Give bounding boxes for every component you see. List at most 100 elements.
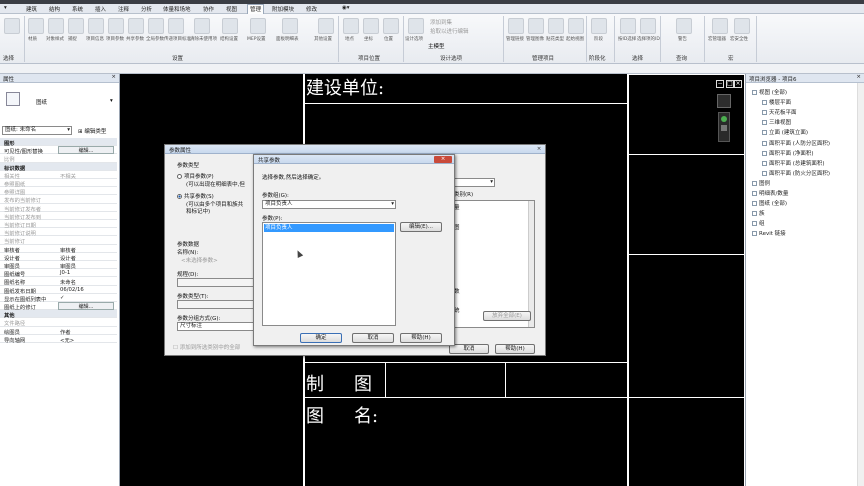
edit-type-button[interactable]: ⊞ 编辑类型 (78, 127, 106, 135)
manage-links-icon[interactable] (508, 18, 524, 34)
navigation-bar[interactable] (718, 112, 730, 142)
tab-annotate[interactable]: 注释 (118, 5, 129, 13)
tab-analyze[interactable]: 分析 (141, 5, 152, 13)
tab-architecture[interactable]: 建筑 (26, 5, 37, 13)
add-to-set[interactable]: 添加到集 (430, 18, 452, 26)
starting-view-icon[interactable] (568, 18, 584, 34)
tab-modify[interactable]: 修改 (306, 5, 317, 13)
scrollbar[interactable] (857, 83, 864, 486)
global-params-icon[interactable] (148, 18, 164, 34)
cancel-button[interactable]: 取消 (352, 333, 394, 343)
close-icon[interactable]: × (734, 80, 742, 88)
tab-insert[interactable]: 插入 (95, 5, 106, 13)
browser-node[interactable]: 楼层平面 (762, 98, 791, 106)
design-options-icon[interactable] (408, 18, 424, 34)
parameter-type-select[interactable] (177, 300, 257, 309)
browser-node[interactable]: 组 (752, 219, 765, 227)
purge-icon[interactable] (194, 18, 210, 34)
browser-node[interactable]: 面积平面 (净面积) (762, 149, 814, 157)
shared-parameter-radio[interactable]: 共享参数(S) (177, 192, 214, 200)
browser-node[interactable]: 族 (752, 209, 765, 217)
zoom-icon[interactable] (721, 125, 727, 131)
tab-collaborate[interactable]: 协作 (203, 5, 214, 13)
param-help-button[interactable]: 帮助(H) (495, 344, 535, 354)
dropdown-icon[interactable]: ◉▾ (342, 5, 350, 11)
tab-structure[interactable]: 结构 (49, 5, 60, 13)
browser-node[interactable]: 面积平面 (防火分区面积) (762, 169, 830, 177)
browser-node[interactable]: 立面 (建筑立面) (762, 128, 808, 136)
tab-addins[interactable]: 附加模块 (272, 5, 294, 13)
drawing-canvas[interactable]: 建设单位: 制 图 图 名: − □ × 参数属性 × 参数类型 项目参数(P)… (120, 74, 744, 486)
close-icon[interactable]: × (856, 74, 861, 80)
tab-massing[interactable]: 体量和场地 (163, 5, 191, 13)
warnings-icon[interactable] (676, 18, 692, 34)
param-cancel-button[interactable]: 取消 (449, 344, 489, 354)
edit-parameter-button[interactable]: 编辑(E)... (400, 222, 442, 232)
manage-images-icon[interactable] (528, 18, 544, 34)
browser-node[interactable]: 面积平面 (总建筑面积) (762, 159, 825, 167)
ok-button[interactable]: 确定 (300, 333, 342, 343)
position-icon[interactable] (383, 18, 399, 34)
project-parameter-radio[interactable]: 项目参数(P) (177, 172, 214, 180)
location-icon[interactable] (343, 18, 359, 34)
decal-types-icon[interactable] (548, 18, 564, 34)
macro-security-icon[interactable] (734, 18, 750, 34)
instance-selector[interactable]: 图纸: 未命名 ▾ (2, 126, 72, 135)
minimize-icon[interactable]: − (716, 80, 724, 88)
browser-node[interactable]: 图例 (752, 179, 770, 187)
select-icon[interactable] (4, 18, 20, 34)
main-model[interactable]: 主模型 (428, 42, 445, 50)
browser-node[interactable]: 面积平面 (人防分区面积) (762, 139, 830, 147)
materials-icon[interactable] (28, 18, 44, 34)
ids-of-selection-icon[interactable] (640, 18, 656, 34)
group-by-select[interactable]: 尺寸标注 (177, 322, 257, 331)
macro-manager-icon[interactable] (712, 18, 728, 34)
property-edit-button[interactable]: 编辑... (58, 146, 114, 154)
browser-node[interactable]: 图纸 (全部) (752, 199, 787, 207)
scrollbar[interactable] (528, 201, 534, 327)
browser-node[interactable]: 明细表/数量 (752, 189, 788, 197)
pick-to-edit[interactable]: 拾取以进行编辑 (430, 27, 469, 35)
property-value[interactable]: J0-1 (60, 270, 70, 276)
object-styles-icon[interactable] (48, 18, 64, 34)
browser-node[interactable]: 天花板平面 (762, 108, 797, 116)
tab-manage[interactable]: 管理 (247, 4, 265, 14)
coordinates-icon[interactable] (363, 18, 379, 34)
property-category[interactable]: 标识数据 (0, 162, 117, 172)
tab-systems[interactable]: 系统 (72, 5, 83, 13)
property-value[interactable]: ✓ (60, 295, 64, 301)
mep-settings-icon[interactable] (250, 18, 266, 34)
close-icon[interactable]: × (111, 74, 116, 80)
category-filter-select[interactable]: ▾ (451, 178, 495, 187)
close-icon[interactable]: × (434, 156, 452, 163)
browser-node[interactable]: Revit 链接 (752, 229, 786, 237)
property-value[interactable]: <无> (60, 336, 74, 344)
help-button[interactable]: 帮助(H) (400, 333, 442, 343)
restore-icon[interactable]: □ (726, 80, 734, 88)
parameter-item-selected[interactable]: 项目负责人 (264, 224, 394, 232)
browser-node[interactable]: 三维视图 (762, 118, 791, 126)
parameter-group-select[interactable]: 项目负责人 ▾ (262, 200, 396, 209)
check-none-button[interactable]: 放弃全部(E) (483, 311, 531, 321)
parameters-list[interactable]: 项目负责人 (262, 222, 396, 326)
property-category[interactable]: 其他 (0, 310, 117, 319)
snaps-icon[interactable] (68, 18, 84, 34)
browser-node[interactable]: 视图 (全部) (752, 88, 787, 96)
tab-view[interactable]: 视图 (226, 5, 237, 13)
close-icon[interactable]: × (535, 146, 543, 153)
chevron-down-icon[interactable]: ▾ (110, 98, 113, 104)
structural-settings-icon[interactable] (222, 18, 238, 34)
steering-wheel-icon[interactable] (721, 116, 727, 122)
transfer-standards-icon[interactable] (168, 18, 184, 34)
shared-params-icon[interactable] (128, 18, 144, 34)
category-list[interactable]: 量 图 数 统 (451, 200, 535, 328)
select-by-id-icon[interactable] (620, 18, 636, 34)
tab-file[interactable]: ▾ (4, 5, 7, 11)
panel-schedules-icon[interactable] (282, 18, 298, 34)
additional-settings-icon[interactable] (318, 18, 334, 34)
property-category[interactable]: 图形 (0, 138, 117, 147)
view-cube-icon[interactable] (717, 94, 731, 108)
phases-icon[interactable] (591, 18, 607, 34)
property-edit-button[interactable]: 编辑... (58, 302, 114, 310)
project-params-icon[interactable] (108, 18, 124, 34)
